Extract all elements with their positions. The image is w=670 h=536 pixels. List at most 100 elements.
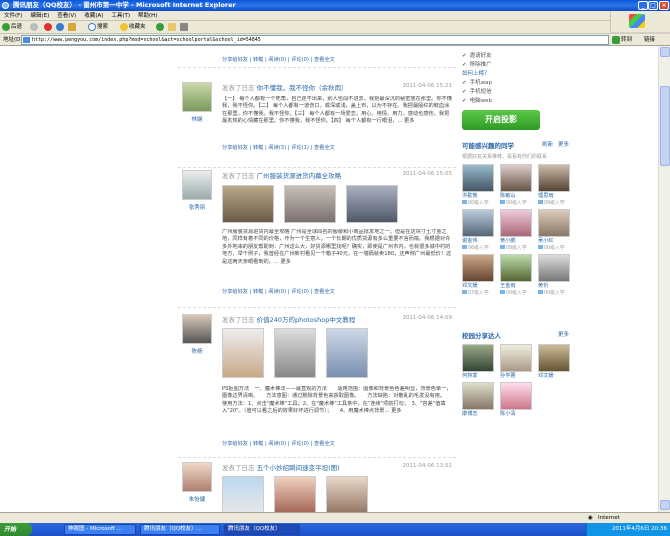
person-photo[interactable] [462,344,494,372]
photo-thumbnail[interactable] [326,328,368,378]
taskbar-item[interactable]: 腾讯朋友（QQ校友）... [140,524,220,535]
menu-view[interactable]: 查看(V) [53,11,80,21]
person-photo[interactable] [500,164,532,192]
open-projection-button[interactable]: 开启投影 [462,110,540,130]
photo-thumbnail[interactable] [346,185,398,223]
person-photo[interactable] [500,382,532,410]
refresh-button[interactable] [56,22,65,33]
media-button[interactable] [156,22,165,33]
user-name[interactable]: 朱怡婕 [178,495,216,503]
feed-title[interactable]: 发表了日志 价值240万的photoshop中文教程 [222,314,355,324]
taskbar-item[interactable]: 神眼图 - Microsoft ... [64,524,136,535]
photo-thumbnail[interactable] [326,476,368,512]
start-button[interactable]: 开始 [0,523,32,536]
home-button[interactable] [68,22,77,33]
person-photo[interactable] [500,209,532,237]
photo-thumbnail[interactable] [274,476,316,512]
person-card[interactable]: 孙学蕙 [500,344,536,379]
person-card[interactable]: 理思雨 09级入学 [538,164,574,206]
refresh-link[interactable]: 刷新 [542,140,553,148]
person-card[interactable]: 陈小清 [500,382,536,417]
user-name[interactable]: 张秀丽 [178,203,216,211]
person-card[interactable]: 吴小红 00级入学 [538,209,574,251]
mail-button[interactable] [168,22,177,33]
go-arrow-icon [612,35,620,44]
person-card[interactable]: 陈敏山 00级入学 [500,164,536,206]
feed-actions[interactable]: 分享给好友 | 转载 | 阅读(0) | 评论(0) | 查看全文 [222,440,335,447]
avatar[interactable] [182,314,212,344]
address-input[interactable]: http://www.pengyou.com/index.php?mod=sch… [21,35,609,45]
photo-thumbnail[interactable] [274,328,316,378]
person-photo[interactable] [538,344,570,372]
stop-button[interactable] [44,22,53,33]
person-photo[interactable] [500,254,532,282]
go-button[interactable]: 转到 [612,35,642,45]
person-photo[interactable] [462,164,494,192]
person-photo[interactable] [462,254,494,282]
photo-thumbnail[interactable] [222,328,264,378]
scroll-down-icon[interactable] [660,500,670,510]
back-button[interactable]: 后退 [2,22,22,33]
more-link[interactable]: 更多 [558,330,569,338]
person-card[interactable]: 何林季 [462,344,498,379]
menu-tools[interactable]: 工具(T) [107,11,134,21]
search-button[interactable]: 搜索 [88,22,108,33]
status-bar: ◉ Internet [0,512,670,523]
sidebar-link[interactable]: ✔ 邀请好友 [462,52,574,61]
feed-body: 广州服装货源进货内幕全攻略 广州是全球闻名的服装和小商品批发地之一。但是在这块寸… [222,229,452,265]
minimize-button[interactable]: _ [638,1,648,10]
feed-actions[interactable]: 分享给好友 | 转载 | 阅读(0) | 评论(0) | 查看全文 [222,56,335,63]
person-card[interactable]: 谢金伟 06级入学 [462,209,498,251]
interest-header: 可能感兴趣的同学 刷新 更多 [462,140,574,150]
windows-logo-icon [629,14,645,28]
photo-thumbnail[interactable] [222,476,264,512]
menu-help[interactable]: 帮助(H) [134,11,161,21]
scroll-thumb[interactable] [660,86,670,166]
person-card[interactable]: 洪勤熊 00级入学 [462,164,498,206]
links-button[interactable]: 链接 [644,34,655,46]
avatar[interactable] [182,462,212,492]
user-name[interactable]: 陈杨 [178,347,216,355]
person-card[interactable]: 康博志 [462,382,498,417]
sidebar-link[interactable]: ✔ 移除推广 [462,61,574,70]
print-button[interactable] [180,22,189,33]
feed-title[interactable]: 发表了日志 五个小妙招瞬间速变平坦(图) [222,462,340,472]
forward-button[interactable] [30,22,39,33]
person-photo[interactable] [538,164,570,192]
sidebar-link[interactable]: ✔ 手机短信 [462,88,574,97]
sidebar-link[interactable]: ✔ 电脑web [462,97,574,106]
user-name[interactable]: 林娴 [178,115,216,123]
person-card[interactable]: 邓文媛 [538,344,574,379]
photo-thumbnail[interactable] [284,185,336,223]
person-photo[interactable] [462,382,494,410]
photo-thumbnail[interactable] [222,185,274,223]
menu-favorites[interactable]: 收藏(A) [80,11,107,21]
person-photo[interactable] [500,344,532,372]
person-photo[interactable] [462,209,494,237]
avatar[interactable] [182,82,212,112]
favorites-button[interactable]: 收藏夹 [120,22,146,33]
feed-actions[interactable]: 分享给好友 | 转载 | 阅读(3) | 评论(1) | 查看全文 [222,144,335,151]
taskbar-item-active[interactable]: 腾讯朋友（QQ校友） [224,524,300,535]
person-card[interactable]: 王金雨 00级入学 [500,254,536,296]
person-card[interactable]: 黄忻 00级入学 [538,254,574,296]
person-card[interactable]: 邓文媛 07级入学 [462,254,498,296]
feed-title[interactable]: 发表了日志 广州服装货源进货内幕全攻略 [222,170,341,180]
right-sidebar: ✔ 邀请好友 ✔ 移除推广 如何上榜？ ✔ 手机wap ✔ 手机短信 ✔ 电脑web 开启… [462,52,574,417]
close-button[interactable]: × [659,1,669,10]
scroll-up-icon[interactable] [660,47,670,57]
vertical-scrollbar[interactable] [658,46,670,512]
feed-item: 朱怡婕 发表了日志 五个小妙招瞬间速变平坦(图) 2011-04-06 13:5… [178,458,456,512]
feed-actions[interactable]: 分享给好友 | 转载 | 阅读(0) | 评论(0) | 查看全文 [222,288,335,295]
sidebar-link[interactable]: ✔ 手机wap [462,79,574,88]
menu-file[interactable]: 文件(F) [0,11,26,21]
avatar[interactable] [182,170,212,200]
feed-title[interactable]: 发表了日志 你不懂我，我不怪你（余秋雨） [222,82,348,92]
menu-edit[interactable]: 编辑(E) [26,11,53,21]
maximize-button[interactable]: □ [648,1,658,10]
more-link[interactable]: 更多 [558,140,569,148]
person-card[interactable]: 黄小鹏 09级入学 [500,209,536,251]
sidebar-link[interactable]: 如何上榜？ [462,70,574,79]
person-photo[interactable] [538,254,570,282]
person-photo[interactable] [538,209,570,237]
